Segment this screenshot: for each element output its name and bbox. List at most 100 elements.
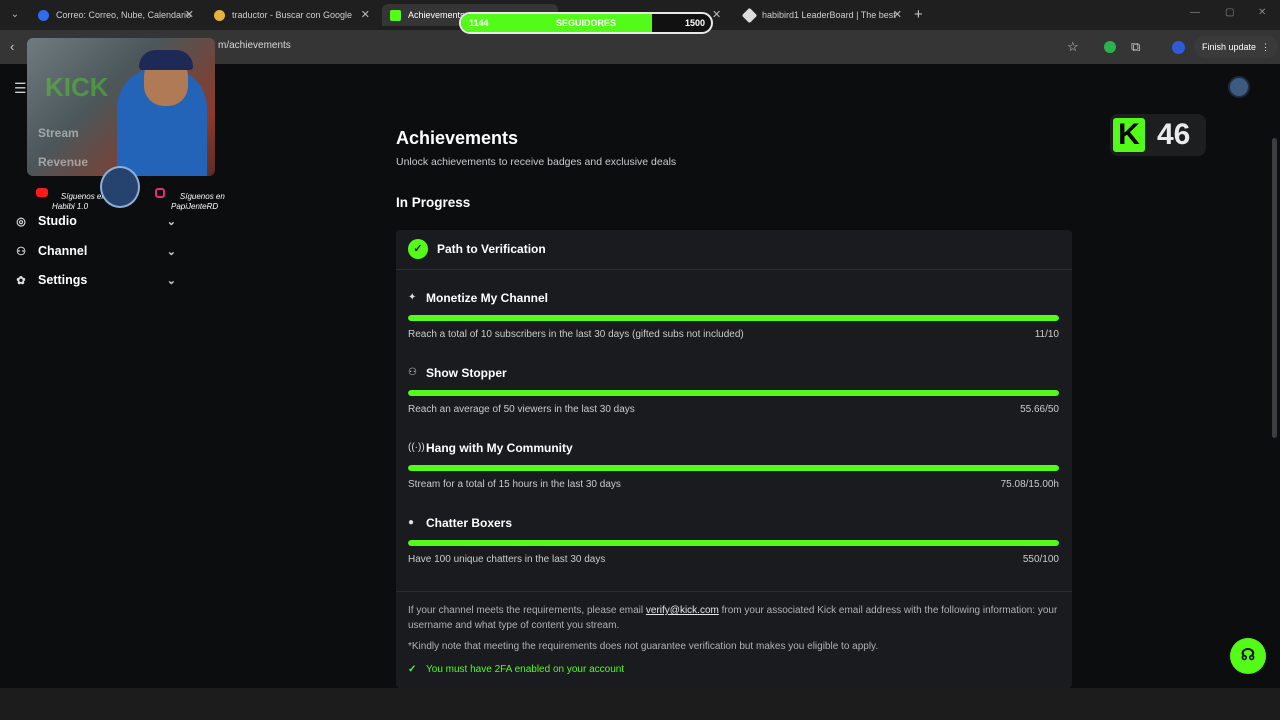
browser-tab-mail[interactable]: Correo: Correo, Nube, Calendario ✕	[30, 4, 200, 26]
gear-icon: ✿	[16, 274, 26, 287]
tab-title: traductor - Buscar con Google	[232, 10, 353, 20]
leaderboard-icon	[741, 7, 758, 23]
goal-progress-bar	[408, 390, 1059, 396]
sidebar-item-label: Channel	[38, 244, 88, 258]
browser-tab-google[interactable]: traductor - Buscar con Google ✕	[206, 4, 376, 26]
goal-progress-fill	[408, 390, 1059, 396]
twofa-requirement: ✓ You must have 2FA enabled on your accou…	[408, 664, 624, 675]
browser-tab-leaderboard[interactable]: habibird1 LeaderBoard | The best ✕	[736, 4, 908, 26]
user-avatar[interactable]	[1228, 76, 1250, 98]
bookmark-star-icon[interactable]: ☆	[1067, 39, 1079, 55]
chat-icon: ●	[408, 517, 415, 528]
sidebar-item-studio[interactable]: ◎ Studio ⌄	[14, 211, 176, 231]
goal-description: Have 100 unique chatters in the last 30 …	[408, 554, 606, 565]
kick-logo-icon: K	[1113, 118, 1145, 152]
channel-icon: ⚇	[16, 245, 26, 258]
goal-item: ✦ Monetize My Channel Reach a total of 1…	[408, 291, 1059, 358]
sidebar-item-label: Studio	[38, 214, 77, 228]
scrollbar[interactable]	[1272, 138, 1277, 438]
goal-progress-bar	[408, 540, 1059, 546]
goal-description: Reach an average of 50 viewers in the la…	[408, 404, 635, 415]
goal-title: Monetize My Channel	[426, 291, 549, 305]
finish-update-label: Finish update	[1202, 42, 1257, 52]
instagram-icon	[155, 188, 165, 198]
ghost-nav-revenue: Revenue	[38, 155, 89, 169]
verify-email-link[interactable]: verify@kick.com	[646, 605, 719, 616]
goal-value: 11/10	[1034, 329, 1059, 340]
followers-goal-bar: 1144 SEGUIDORES 1500	[459, 12, 713, 34]
extension-icon[interactable]	[1104, 41, 1116, 53]
sparkle-icon: ✦	[408, 292, 417, 303]
finish-update-button[interactable]: Finish update ⋮	[1194, 36, 1279, 58]
tab-title: Correo: Correo, Nube, Calendario	[56, 10, 192, 20]
goal-progress-fill	[408, 540, 1059, 546]
twofa-label: You must have 2FA enabled on your accoun…	[426, 664, 625, 675]
page-title: Achievements	[396, 128, 519, 148]
goal-progress-fill	[408, 315, 1059, 321]
verification-instructions: If your channel meets the requirements, …	[408, 604, 1058, 633]
followers-label: SEGUIDORES	[556, 18, 617, 28]
google-icon	[214, 9, 225, 21]
tab-title: habibird1 LeaderBoard | The best	[762, 10, 896, 20]
goal-item: ● Chatter Boxers Have 100 unique chatter…	[408, 516, 1059, 583]
maximize-icon[interactable]: ▢	[1225, 7, 1234, 18]
followers-goal: 1500	[684, 18, 705, 28]
goal-description: Reach a total of 10 subscribers in the l…	[408, 329, 744, 340]
viewers-icon: ⚇	[408, 367, 417, 378]
back-icon[interactable]: ‹	[10, 39, 14, 54]
sidebar-item-label: Settings	[38, 273, 88, 287]
verification-card: ✓ Path to Verification ✦ Monetize My Cha…	[396, 230, 1072, 688]
kick-count: 46	[1157, 118, 1191, 151]
more-options-icon[interactable]: ⋮	[1261, 36, 1270, 58]
new-tab-button[interactable]: +	[914, 6, 923, 23]
page-subtitle: Unlock achievements to receive badges an…	[396, 156, 677, 168]
url-text[interactable]: m/achievements	[218, 40, 291, 51]
goal-value: 550/100	[1022, 554, 1059, 565]
verification-disclaimer: *Kindly note that meeting the requiremen…	[408, 641, 879, 652]
goal-value: 55.66/50	[1020, 404, 1059, 415]
goal-description: Stream for a total of 15 hours in the la…	[408, 479, 621, 490]
mascot-avatar	[100, 166, 140, 208]
broadcast-icon: ((·))	[408, 442, 425, 453]
card-header: ✓ Path to Verification	[396, 230, 1072, 270]
streamer-cap	[139, 50, 193, 70]
chevron-down-icon: ⌄	[166, 274, 176, 287]
goal-title: Chatter Boxers	[426, 516, 513, 530]
minimize-icon[interactable]: —	[1190, 7, 1200, 18]
tab-title: Achievements	[408, 10, 465, 20]
goal-progress-bar	[408, 465, 1059, 471]
goal-title: Hang with My Community	[426, 441, 573, 455]
chevron-down-icon: ⌄	[166, 245, 176, 258]
followers-current: 1144	[469, 18, 489, 28]
goal-item: ⚇ Show Stopper Reach an average of 50 vi…	[408, 366, 1059, 433]
youtube-icon	[36, 188, 48, 197]
instagram-handle: Síguenos en PapiJenteRD	[153, 182, 225, 211]
hamburger-menu-icon[interactable]: ☰	[14, 80, 27, 97]
goal-title: Show Stopper	[426, 366, 507, 380]
tab-list-button[interactable]: ⌄	[8, 8, 22, 22]
kick-icon	[390, 9, 401, 21]
instagram-handle-text: Síguenos en PapiJenteRD	[171, 192, 225, 211]
mail-icon	[38, 9, 49, 21]
ghost-nav-stream: Stream	[38, 126, 79, 140]
profile-icon[interactable]	[1172, 41, 1185, 54]
bottom-bar	[0, 688, 1280, 720]
sidebar-item-channel[interactable]: ⚇ Channel ⌄	[14, 241, 176, 261]
section-title-in-progress: In Progress	[396, 195, 471, 210]
social-overlay: Síguenos en Habibi 1.0 Síguenos en PapiJ…	[16, 166, 226, 211]
extensions-puzzle-icon[interactable]: ⧉	[1131, 39, 1140, 55]
support-chat-button[interactable]: ☊	[1230, 638, 1266, 674]
youtube-handle: Síguenos en Habibi 1.0	[34, 182, 106, 211]
divider	[396, 591, 1072, 592]
goal-value: 75.08/15.00h	[1000, 479, 1059, 490]
studio-icon: ◎	[16, 215, 26, 228]
close-icon[interactable]: ✕	[893, 8, 902, 21]
sidebar-item-settings[interactable]: ✿ Settings ⌄	[14, 270, 176, 290]
close-icon[interactable]: ✕	[185, 8, 194, 21]
goal-item: ((·)) Hang with My Community Stream for …	[408, 441, 1059, 508]
verified-badge-icon: ✓	[408, 239, 428, 259]
note-text-pre: If your channel meets the requirements, …	[408, 605, 646, 616]
window-close-icon[interactable]: ✕	[1258, 7, 1266, 18]
close-icon[interactable]: ✕	[712, 8, 721, 21]
close-icon[interactable]: ✕	[361, 8, 370, 21]
